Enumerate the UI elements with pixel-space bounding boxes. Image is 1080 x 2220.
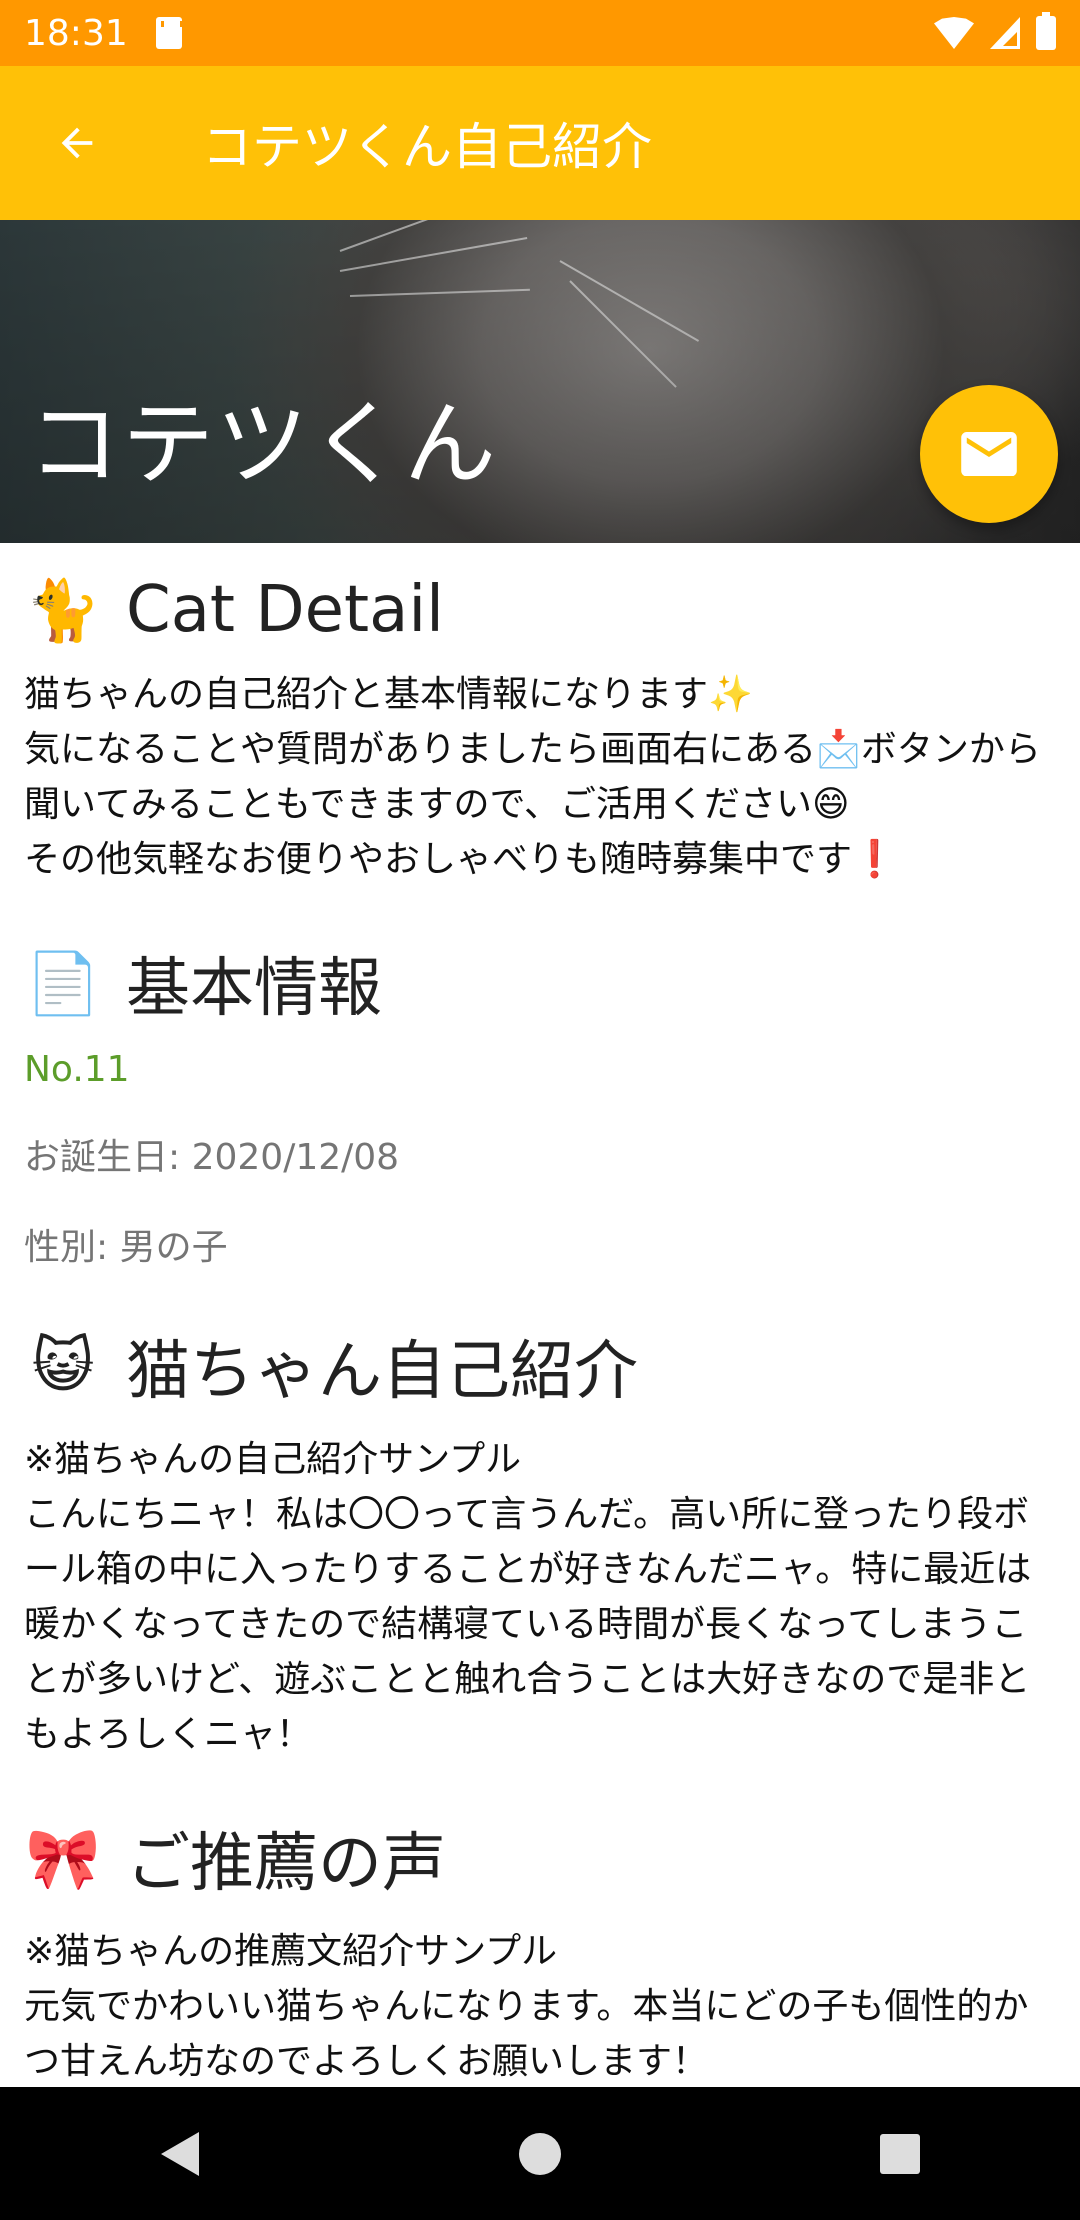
square-recents-icon: [880, 2133, 920, 2174]
status-bar: 18:31: [0, 0, 1080, 66]
status-time: 18:31: [24, 12, 128, 54]
mail-button[interactable]: [920, 385, 1058, 523]
ribbon-icon: 🎀: [25, 1823, 101, 1894]
cat-icon: 🐈: [25, 575, 101, 646]
page-title: コテツくん自己紹介: [202, 118, 652, 176]
cat-detail-content[interactable]: 🐈 Cat Detail 猫ちゃんの自己紹介と基本情報になります✨ 気になること…: [0, 543, 1080, 2087]
sd-card-icon: [155, 17, 183, 49]
cat-header-image: コテツくん: [0, 220, 1080, 543]
recommendation-title: ご推薦の声: [126, 1827, 446, 1901]
cat-detail-heading: 🐈 Cat Detail: [24, 573, 1056, 647]
nav-back-button[interactable]: [140, 2114, 220, 2194]
cat-gender: 性別: 男の子: [24, 1227, 228, 1268]
basic-info-title: 基本情報: [126, 952, 382, 1026]
status-icons: [934, 12, 1056, 50]
cat-face-icon: 😺: [31, 1331, 95, 1401]
cat-detail-text: 猫ちゃんの自己紹介と基本情報になります✨ 気になることや質問がありましたら画面右…: [24, 674, 1041, 880]
notepad-icon: 📄: [25, 948, 101, 1019]
signal-icon: [990, 17, 1020, 49]
triangle-back-icon: [161, 2131, 199, 2176]
back-button[interactable]: [0, 66, 154, 220]
self-intro-section: 😺 猫ちゃん自己紹介 ※猫ちゃんの自己紹介サンプル こんにちニャ！私は〇〇って言…: [24, 1320, 1056, 1762]
basic-info-heading: 📄 基本情報: [24, 937, 1056, 1029]
cat-birthday: お誕生日: 2020/12/08: [24, 1137, 400, 1178]
self-intro-text: ※猫ちゃんの自己紹介サンプル こんにちニャ！私は〇〇って言うんだ。高い所に登った…: [24, 1439, 1032, 1755]
battery-icon: [1036, 12, 1056, 50]
recommendation-text: ※猫ちゃんの推薦文紹介サンプル 元気でかわいい猫ちゃんになります。本当にどの子も…: [24, 1931, 1029, 2082]
nav-home-button[interactable]: [500, 2114, 580, 2194]
circle-home-icon: [519, 2132, 561, 2175]
mail-icon: [961, 432, 1017, 476]
cat-detail-section: 🐈 Cat Detail 猫ちゃんの自己紹介と基本情報になります✨ 気になること…: [24, 573, 1056, 887]
basic-info-section: 📄 基本情報 No.11 お誕生日: 2020/12/08 性別: 男の子: [24, 937, 1056, 1270]
arrow-back-icon: [61, 127, 93, 159]
cat-number: No.11: [24, 1049, 130, 1090]
cat-name-title: コテツくん: [28, 391, 499, 498]
self-intro-heading: 😺 猫ちゃん自己紹介: [24, 1320, 1056, 1412]
self-intro-title: 猫ちゃん自己紹介: [126, 1335, 638, 1409]
wifi-icon: [934, 17, 974, 49]
app-bar: コテツくん自己紹介: [0, 66, 1080, 220]
cat-detail-title: Cat Detail: [126, 573, 444, 647]
recommendation-section: 🎀 ご推薦の声 ※猫ちゃんの推薦文紹介サンプル 元気でかわいい猫ちゃんになります…: [24, 1812, 1056, 2087]
nav-recents-button[interactable]: [860, 2114, 940, 2194]
system-nav-bar: [0, 2087, 1080, 2220]
recommendation-heading: 🎀 ご推薦の声: [24, 1812, 1056, 1904]
